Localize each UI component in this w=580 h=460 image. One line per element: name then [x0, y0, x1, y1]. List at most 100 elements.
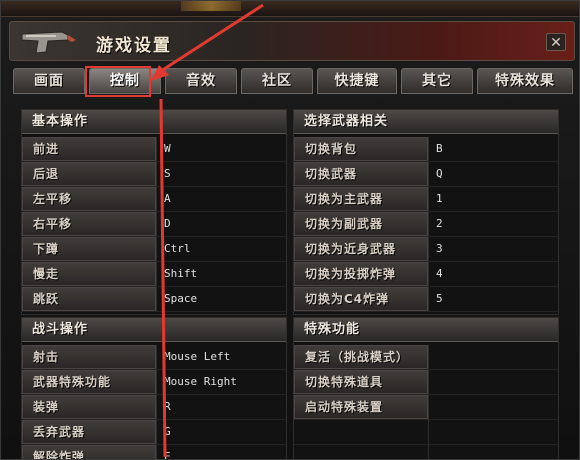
keybind-value[interactable]: 2 — [436, 212, 443, 236]
game-settings-window: 游戏设置 ✕ 画面 控制 音效 社区 快捷键 其它 特殊效果 基本操作 前进 W … — [0, 0, 580, 460]
keybind-row[interactable]: 启动特殊装置 — [294, 395, 558, 420]
keybind-row[interactable]: 跳跃 Space — [22, 287, 286, 312]
keybind-label: 切换为C4炸弹 — [294, 287, 428, 311]
special-functions-panel: 特殊功能 复活（挑战模式） 切换特殊道具 启动特殊装置 — [293, 317, 559, 459]
row-divider — [156, 212, 157, 237]
keybind-row[interactable]: 切换为主武器 1 — [294, 187, 558, 212]
keybind-row[interactable]: 射击 Mouse Left — [22, 345, 286, 370]
keybind-row[interactable]: 丢弃武器 G — [22, 420, 286, 445]
keybind-label: 丢弃武器 — [22, 420, 156, 444]
pistol-icon — [21, 31, 76, 54]
row-divider — [428, 420, 429, 445]
keybind-value[interactable]: W — [164, 137, 171, 161]
keybind-value[interactable]: 3 — [436, 237, 443, 261]
keybind-row[interactable]: 切换特殊道具 — [294, 370, 558, 395]
tab-audio[interactable]: 音效 — [165, 68, 237, 94]
keybind-row[interactable]: 前进 W — [22, 137, 286, 162]
panel-title: 基本操作 — [22, 110, 286, 134]
top-ornament — [181, 1, 241, 11]
keybind-row[interactable]: 左平移 A — [22, 187, 286, 212]
keybind-value[interactable]: Q — [436, 162, 443, 186]
basic-controls-panel: 基本操作 前进 W 后退 S 左平移 A 右平移 D 下蹲 Ctrl 慢走 Shift 跳跃… — [21, 109, 287, 315]
keybind-value[interactable]: G — [164, 420, 171, 444]
keybind-label: 切换为近身武器 — [294, 237, 428, 261]
keybind-label: 切换为主武器 — [294, 187, 428, 211]
keybind-row[interactable]: 后退 S — [22, 162, 286, 187]
row-divider — [156, 187, 157, 212]
empty-row — [294, 445, 558, 459]
keybind-label: 右平移 — [22, 212, 156, 236]
close-button[interactable]: ✕ — [546, 33, 566, 51]
empty-row — [294, 420, 558, 445]
keybind-label: 启动特殊装置 — [294, 395, 428, 419]
keybind-label: 切换为投掷炸弹 — [294, 262, 428, 286]
keybind-row[interactable]: 切换为副武器 2 — [294, 212, 558, 237]
row-divider — [428, 212, 429, 237]
keybind-row[interactable]: 右平移 D — [22, 212, 286, 237]
row-divider — [156, 162, 157, 187]
keybind-label: 前进 — [22, 137, 156, 161]
panel-title: 特殊功能 — [294, 318, 558, 342]
keybind-value[interactable]: Shift — [164, 262, 197, 286]
tab-graphics[interactable]: 画面 — [13, 68, 85, 94]
top-decoration-strip — [1, 1, 579, 17]
keybind-row[interactable]: 慢走 Shift — [22, 262, 286, 287]
keybind-label: 下蹲 — [22, 237, 156, 261]
panel-title: 战斗操作 — [22, 318, 286, 342]
row-divider — [156, 262, 157, 287]
keybind-label: 左平移 — [22, 187, 156, 211]
keybind-value[interactable]: E — [164, 445, 171, 459]
keybind-value[interactable]: A — [164, 187, 171, 211]
row-divider — [156, 420, 157, 445]
weapon-selection-panel: 选择武器相关 切换背包 B 切换武器 Q 切换为主武器 1 切换为副武器 2 切换为近身… — [293, 109, 559, 315]
keybind-label: 解除炸弹 — [22, 445, 156, 459]
tab-other[interactable]: 其它 — [401, 68, 473, 94]
keybind-row[interactable]: 武器特殊功能 Mouse Right — [22, 370, 286, 395]
row-divider — [428, 262, 429, 287]
keybind-row[interactable]: 装弹 R — [22, 395, 286, 420]
keybind-value[interactable]: D — [164, 212, 171, 236]
keybind-value[interactable]: Mouse Left — [164, 345, 230, 369]
keybind-value[interactable]: R — [164, 395, 171, 419]
keybind-label: 跳跃 — [22, 287, 156, 311]
keybind-row[interactable]: 切换背包 B — [294, 137, 558, 162]
tab-shortcuts[interactable]: 快捷键 — [317, 68, 397, 94]
row-divider — [428, 445, 429, 459]
row-divider — [428, 162, 429, 187]
keybind-value[interactable]: B — [436, 137, 443, 161]
row-divider — [428, 237, 429, 262]
keybind-row[interactable]: 切换为C4炸弹 5 — [294, 287, 558, 312]
tab-community[interactable]: 社区 — [241, 68, 313, 94]
keybind-label: 切换武器 — [294, 162, 428, 186]
tab-special-effects[interactable]: 特殊效果 — [477, 68, 573, 94]
keybind-label: 后退 — [22, 162, 156, 186]
close-icon: ✕ — [550, 35, 562, 51]
keybind-value[interactable]: Space — [164, 287, 197, 311]
title-bar: 游戏设置 ✕ — [9, 21, 575, 61]
row-divider — [428, 370, 429, 395]
row-divider — [428, 395, 429, 420]
keybind-label: 武器特殊功能 — [22, 370, 156, 394]
keybind-value[interactable]: 1 — [436, 187, 443, 211]
row-divider — [156, 287, 157, 312]
keybind-row[interactable]: 复活（挑战模式） — [294, 345, 558, 370]
keybind-value[interactable]: Mouse Right — [164, 370, 237, 394]
keybind-row[interactable]: 下蹲 Ctrl — [22, 237, 286, 262]
keybind-value[interactable]: 4 — [436, 262, 443, 286]
tab-highlight-box — [85, 66, 151, 97]
combat-controls-panel: 战斗操作 射击 Mouse Left 武器特殊功能 Mouse Right 装弹 R … — [21, 317, 287, 459]
keybind-row[interactable]: 解除炸弹 E — [22, 445, 286, 459]
keybind-row[interactable]: 切换为近身武器 3 — [294, 237, 558, 262]
keybind-label: 切换背包 — [294, 137, 428, 161]
keybind-value[interactable]: 5 — [436, 287, 443, 311]
keybind-row[interactable]: 切换为投掷炸弹 4 — [294, 262, 558, 287]
keybind-label: 慢走 — [22, 262, 156, 286]
row-divider — [156, 445, 157, 459]
keybind-label: 切换为副武器 — [294, 212, 428, 236]
keybind-value[interactable]: S — [164, 162, 171, 186]
keybind-row[interactable]: 切换武器 Q — [294, 162, 558, 187]
row-divider — [156, 237, 157, 262]
keybind-value[interactable]: Ctrl — [164, 237, 191, 261]
keybind-label: 复活（挑战模式） — [294, 345, 428, 369]
window-title: 游戏设置 — [96, 36, 172, 56]
